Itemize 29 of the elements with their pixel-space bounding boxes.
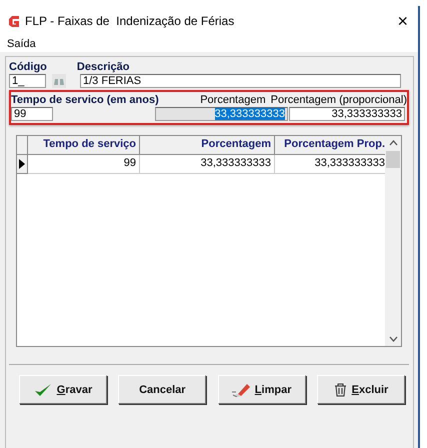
field-label: Código [9,61,47,73]
menu-item[interactable]: Saída [7,38,36,50]
percentage-field[interactable]: 33,333333333 [155,107,288,121]
clear-button[interactable]: Limpar [218,375,306,404]
table-cell: 99 [28,155,140,174]
cancel-button[interactable]: Cancelar [118,375,206,404]
delete-button[interactable]: Excluir [316,375,405,404]
description-field[interactable]: 1/3 FERIAS [80,74,401,88]
row-header[interactable] [17,155,28,174]
code-field[interactable]: 1_ [9,74,46,88]
scroll-bar[interactable] [385,136,401,346]
check-icon [34,382,52,396]
row-pointer-icon [19,159,25,169]
proportional-field[interactable]: 33,333333333 [289,107,405,121]
field-label: Porcentagem [199,94,266,106]
app-logo-icon [8,14,20,28]
field-label: Descrição [76,61,130,73]
table-cell: 33,333333333 [140,155,275,174]
field-label: Tempo de servico (em anos) [11,94,160,106]
years-field[interactable]: 99 [11,107,53,121]
trash-icon [334,382,347,396]
column-header[interactable]: Porcentagem [140,136,275,155]
scroll-thumb[interactable] [386,151,400,168]
field-label: Porcentagem (proporcional) [270,94,407,106]
column-header[interactable]: Tempo de serviço [28,136,140,155]
eraser-icon [232,382,250,396]
close-button[interactable]: × [397,10,408,32]
save-button[interactable]: Gravar [19,375,107,404]
window-title: FLP - Faixas de Indenização de Férias [25,14,236,28]
